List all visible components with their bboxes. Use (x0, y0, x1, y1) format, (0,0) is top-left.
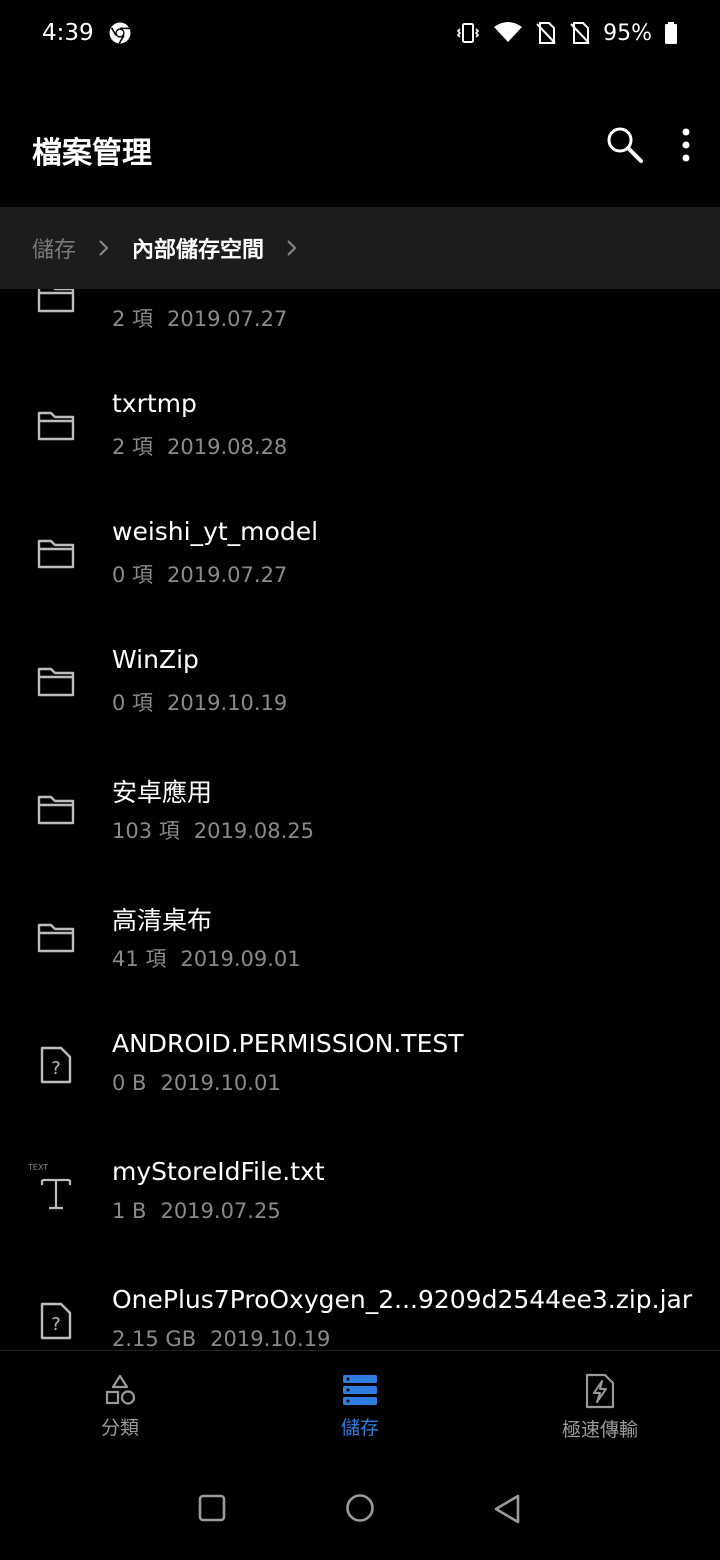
unknown-file-icon: ? (36, 1301, 76, 1341)
folder-icon (36, 405, 76, 445)
breadcrumb-current[interactable]: 內部儲存空間 (132, 232, 264, 264)
file-size: 1 B (112, 1199, 147, 1223)
file-name: WinZip (112, 645, 199, 674)
breadcrumb-root[interactable]: 儲存 (32, 232, 76, 264)
file-name: OnePlus7ProOxygen_2...9209d2544ee3.zip.j… (112, 1285, 693, 1314)
file-meta: 0 項 2019.10.19 (112, 687, 287, 717)
vibrate-icon (455, 21, 481, 45)
no-sim-icon-2 (569, 21, 591, 45)
file-count: 0 項 (112, 691, 154, 715)
file-meta: 1 B 2019.07.25 (112, 1199, 281, 1223)
list-item[interactable]: TEXT myStoreIdFile.txt 1 B 2019.07.25 (0, 1129, 720, 1257)
file-meta: 2 項 2019.08.28 (112, 431, 287, 461)
wifi-icon (493, 21, 523, 45)
text-file-icon: TEXT (28, 1163, 76, 1213)
file-name: 高清桌布 (112, 906, 213, 935)
nav-label-categories: 分類 (100, 1417, 139, 1439)
file-list[interactable]: 2 項 2019.07.27 txrtmp 2 項 2019.08.28 weish… (0, 289, 720, 1349)
back-icon[interactable] (492, 1494, 522, 1524)
list-item[interactable]: ? ANDROID.PERMISSION.TEST 0 B 2019.10.01 (0, 1001, 720, 1129)
list-item[interactable]: 安卓應用 103 項 2019.08.25 (0, 745, 720, 873)
no-sim-icon (535, 21, 557, 45)
nav-item-storage[interactable]: 儲存 (280, 1373, 440, 1440)
list-item[interactable]: weishi_yt_model 0 項 2019.07.27 (0, 489, 720, 617)
svg-text:?: ? (51, 1058, 61, 1079)
list-item[interactable]: 2 項 2019.07.27 (0, 289, 720, 361)
file-name: ANDROID.PERMISSION.TEST (112, 1029, 464, 1058)
app-header: 檔案管理 (0, 100, 720, 196)
folder-icon (36, 917, 76, 957)
file-name: 安卓應用 (112, 778, 213, 807)
system-nav-bar (0, 1472, 720, 1552)
file-date: 2019.08.28 (167, 435, 288, 459)
file-meta: 0 項 2019.07.27 (112, 559, 287, 589)
file-count: 2 項 (112, 307, 154, 331)
fast-transfer-icon (584, 1373, 616, 1409)
file-count: 2 項 (112, 435, 154, 459)
file-name: weishi_yt_model (112, 517, 319, 546)
storage-icon (342, 1373, 378, 1407)
nav-label-storage: 儲存 (340, 1417, 379, 1439)
folder-icon (36, 789, 76, 829)
unknown-file-icon: ? (36, 1045, 76, 1085)
file-date: 2019.10.19 (210, 1327, 331, 1349)
folder-icon (36, 661, 76, 701)
file-date: 2019.08.25 (193, 819, 315, 843)
file-meta: 2.15 GB 2019.10.19 (112, 1327, 330, 1349)
svg-text:?: ? (51, 1314, 61, 1335)
file-date: 2019.09.01 (180, 947, 301, 971)
chevron-right-icon-2 (286, 239, 298, 257)
chrome-icon (108, 21, 132, 45)
nav-item-fast-transfer[interactable]: 極速傳輸 (520, 1373, 680, 1442)
list-item[interactable]: 高清桌布 41 項 2019.09.01 (0, 873, 720, 1001)
home-icon[interactable] (344, 1494, 376, 1526)
battery-percent: 95% (603, 20, 652, 46)
list-item[interactable]: txrtmp 2 項 2019.08.28 (0, 361, 720, 489)
list-item[interactable]: WinZip 0 項 2019.10.19 (0, 617, 720, 745)
file-meta: 2 項 2019.07.27 (112, 303, 287, 333)
file-size: 2.15 GB (112, 1327, 197, 1349)
file-date: 2019.07.25 (160, 1199, 281, 1223)
file-date: 2019.07.27 (167, 563, 288, 587)
page-title: 檔案管理 (32, 136, 152, 171)
file-count: 41 項 (112, 947, 167, 971)
file-meta: 41 項 2019.09.01 (112, 943, 301, 973)
file-date: 2019.10.19 (167, 691, 288, 715)
recent-apps-icon[interactable] (198, 1494, 226, 1522)
text-badge: TEXT (28, 1163, 49, 1172)
categories-icon (103, 1373, 137, 1407)
status-bar: 4:39 95% (0, 0, 720, 66)
file-name: myStoreIdFile.txt (112, 1157, 325, 1186)
search-icon[interactable] (604, 124, 646, 166)
more-options-icon[interactable] (680, 127, 692, 163)
nav-item-categories[interactable]: 分類 (40, 1373, 200, 1440)
breadcrumb: 儲存 內部儲存空間 (0, 207, 720, 289)
chevron-right-icon (98, 239, 110, 257)
bottom-nav: 分類 儲存 極速傳輸 (0, 1350, 720, 1460)
file-count: 103 項 (112, 819, 180, 843)
battery-icon (664, 21, 678, 45)
file-count: 0 項 (112, 563, 154, 587)
file-date: 2019.07.27 (167, 307, 288, 331)
file-meta: 103 項 2019.08.25 (112, 815, 314, 845)
file-date: 2019.10.01 (160, 1071, 281, 1095)
file-meta: 0 B 2019.10.01 (112, 1071, 281, 1095)
file-size: 0 B (112, 1071, 147, 1095)
file-name: txrtmp (112, 389, 197, 418)
nav-label-fast-transfer: 極速傳輸 (561, 1419, 638, 1441)
status-time: 4:39 (42, 20, 94, 46)
folder-icon (36, 533, 76, 573)
list-item[interactable]: ? OnePlus7ProOxygen_2...9209d2544ee3.zip… (0, 1257, 720, 1349)
folder-icon (36, 289, 76, 317)
